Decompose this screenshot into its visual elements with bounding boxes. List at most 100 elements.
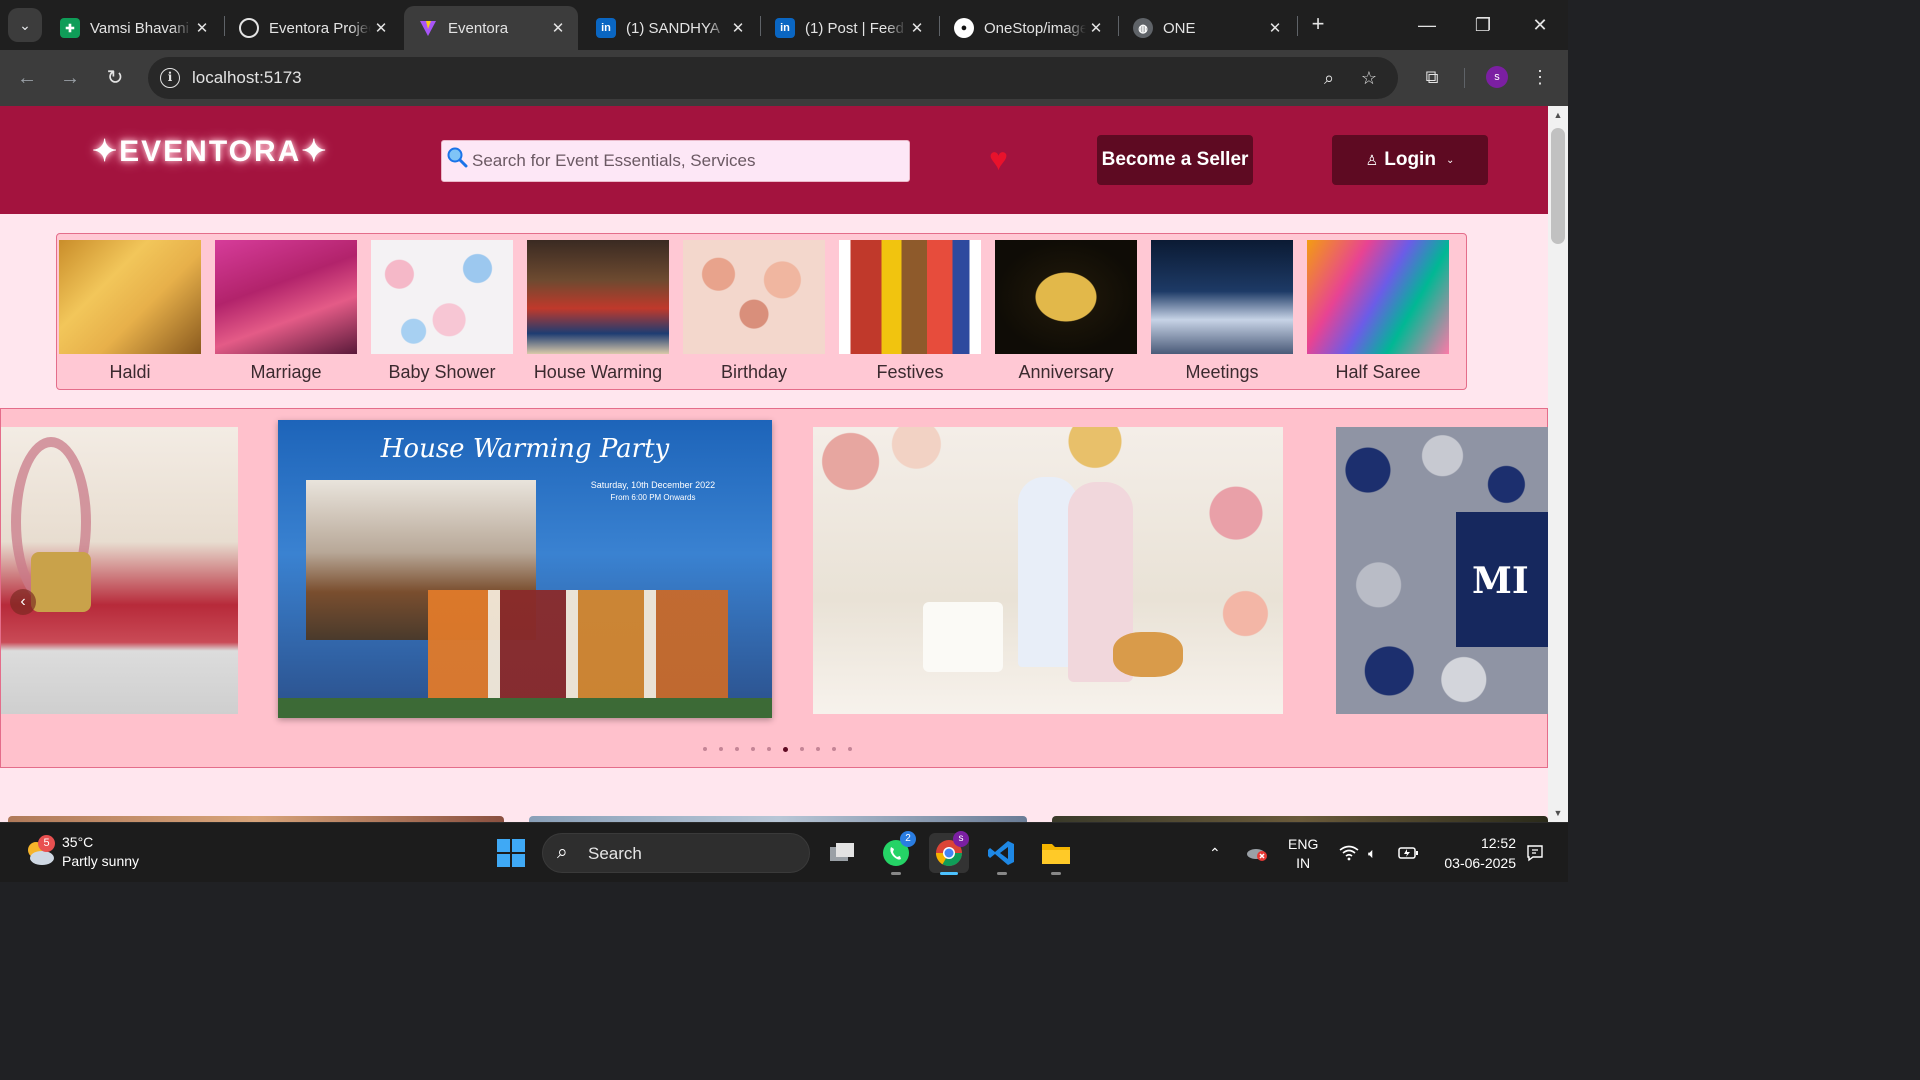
windows-taskbar: 5 35°C Partly sunny ⌕ Search 2 s ⌃ ENG I… xyxy=(0,822,1568,882)
slide-balloon-decoration[interactable]: MI xyxy=(1336,427,1548,714)
carousel-dot[interactable] xyxy=(703,747,707,751)
carousel-prev-arrow-icon[interactable]: ‹ xyxy=(10,589,36,615)
category-half-saree[interactable]: Half Saree xyxy=(1307,240,1449,390)
login-button[interactable]: ♙ Login ⌄ xyxy=(1332,135,1488,185)
birthday-image xyxy=(683,240,825,354)
whatsapp-icon[interactable]: 2 xyxy=(876,831,916,875)
notifications-icon[interactable] xyxy=(1526,823,1544,883)
browser-tab[interactable]: in (1) Post | Feed ✕ xyxy=(761,6,937,50)
category-anniversary[interactable]: Anniversary xyxy=(995,240,1137,390)
close-tab-icon[interactable]: ✕ xyxy=(907,19,927,37)
chatgpt-icon xyxy=(239,18,259,38)
reload-icon[interactable]: ↻ xyxy=(101,64,129,92)
eventora-logo[interactable]: ✦EVENTORA✦ xyxy=(92,134,328,169)
file-explorer-icon[interactable] xyxy=(1036,833,1076,875)
login-label: Login xyxy=(1384,149,1436,170)
category-marriage[interactable]: Marriage xyxy=(215,240,357,390)
close-tab-icon[interactable]: ✕ xyxy=(192,19,212,37)
close-tab-icon[interactable]: ✕ xyxy=(1265,19,1285,37)
slide-house-warming-invitation[interactable]: House Warming Party Saturday, 10th Decem… xyxy=(278,420,772,718)
new-tab-plus-icon[interactable]: + xyxy=(1305,12,1331,38)
carousel-dot[interactable] xyxy=(832,747,836,751)
carousel-dot[interactable] xyxy=(767,747,771,751)
battery-charging-icon[interactable] xyxy=(1398,823,1420,883)
search-input[interactable] xyxy=(472,147,902,175)
category-haldi[interactable]: Haldi xyxy=(59,240,201,390)
forward-arrow-icon[interactable]: → xyxy=(56,64,84,92)
address-bar[interactable]: i localhost:5173 ⌕ ☆ xyxy=(148,57,1398,99)
hero-carousel: ‹ House Warming Party Saturday, 10th Dec… xyxy=(0,408,1548,768)
wishlist-heart-icon[interactable]: ♥ xyxy=(989,142,1008,176)
close-tab-icon[interactable]: ✕ xyxy=(548,19,568,37)
vscode-icon[interactable] xyxy=(982,833,1022,875)
profile-avatar[interactable]: s xyxy=(1486,66,1508,88)
extensions-puzzle-icon[interactable]: ⧉ xyxy=(1419,64,1445,90)
minimize-icon[interactable]: — xyxy=(1412,10,1442,40)
category-label: House Warming xyxy=(533,362,663,382)
cake xyxy=(923,602,1003,672)
carousel-dot[interactable] xyxy=(719,747,723,751)
address-url[interactable]: localhost:5173 xyxy=(192,68,302,88)
chrome-icon[interactable]: s xyxy=(929,831,969,875)
search-icon: ⌕ xyxy=(557,842,568,863)
clock-time: 12:52 xyxy=(1480,835,1516,851)
carousel-dot[interactable] xyxy=(848,747,852,751)
close-tab-icon[interactable]: ✕ xyxy=(728,19,748,37)
wifi-icon[interactable] xyxy=(1339,823,1359,883)
weather-text: 35°C Partly sunny xyxy=(62,833,139,871)
scroll-down-arrow-icon[interactable]: ▼ xyxy=(1553,808,1563,818)
windows-start-icon[interactable] xyxy=(497,839,525,867)
category-birthday[interactable]: Birthday xyxy=(683,240,825,390)
category-label: Festives xyxy=(876,362,944,382)
language-indicator[interactable]: ENG IN xyxy=(1288,835,1318,873)
browser-tab[interactable]: in (1) SANDHYA ✕ xyxy=(582,6,758,50)
invitation-date: Saturday, 10th December 2022 xyxy=(590,480,716,490)
close-window-icon[interactable]: ✕ xyxy=(1525,10,1555,40)
browser-tab[interactable]: ✚ Vamsi Bhavani ✕ xyxy=(46,6,222,50)
browser-tab[interactable]: ◍ ONE ✕ xyxy=(1119,6,1295,50)
onedrive-error-icon[interactable] xyxy=(1245,823,1269,883)
category-meetings[interactable]: Meetings xyxy=(1151,240,1293,390)
system-clock[interactable]: 12:52 03-06-2025 xyxy=(1438,833,1516,873)
tab-title: OneStop/images xyxy=(984,19,1086,37)
become-seller-button[interactable]: Become a Seller xyxy=(1097,135,1253,185)
vite-icon xyxy=(418,18,438,38)
page-scrollbar[interactable]: ▲ ▼ xyxy=(1548,106,1568,822)
haldi-image xyxy=(59,240,201,354)
browser-menu-icon[interactable]: ⋮ xyxy=(1527,64,1553,90)
show-hidden-icons-chevron-icon[interactable]: ⌃ xyxy=(1209,823,1221,883)
carousel-dot[interactable] xyxy=(751,747,755,751)
task-view-icon[interactable] xyxy=(822,833,862,873)
taskbar-search[interactable]: ⌕ Search xyxy=(542,833,810,873)
running-indicator xyxy=(891,872,901,875)
carousel-dot[interactable] xyxy=(735,747,739,751)
tab-search-chevron-icon[interactable]: ⌄ xyxy=(8,8,42,42)
browser-tab-active[interactable]: Eventora ✕ xyxy=(404,6,578,50)
bookmark-star-icon[interactable]: ☆ xyxy=(1358,67,1380,89)
carousel-dot[interactable] xyxy=(816,747,820,751)
close-tab-icon[interactable]: ✕ xyxy=(1086,19,1106,37)
back-arrow-icon[interactable]: ← xyxy=(13,64,41,92)
carousel-dot-active[interactable] xyxy=(783,747,788,752)
browser-tab[interactable]: ● OneStop/images ✕ xyxy=(940,6,1116,50)
weather-widget[interactable]: 5 35°C Partly sunny xyxy=(24,833,139,871)
category-festives[interactable]: Festives xyxy=(839,240,981,390)
tab-title: ONE xyxy=(1163,19,1196,37)
scroll-up-arrow-icon[interactable]: ▲ xyxy=(1553,110,1563,120)
carousel-dot[interactable] xyxy=(800,747,804,751)
scrollbar-thumb[interactable] xyxy=(1551,128,1565,244)
category-house-warming[interactable]: House Warming xyxy=(527,240,669,390)
restore-icon[interactable]: ❐ xyxy=(1468,10,1498,40)
invitation-time: From 6:00 PM Onwards xyxy=(610,493,696,502)
site-info-icon[interactable]: i xyxy=(160,68,180,88)
zoom-magnifier-icon[interactable]: ⌕ xyxy=(1318,67,1340,89)
search-box[interactable] xyxy=(441,140,910,182)
close-tab-icon[interactable]: ✕ xyxy=(371,19,391,37)
slide-baby-shower-couple[interactable] xyxy=(813,427,1283,714)
category-label: Baby Shower xyxy=(388,362,496,382)
carousel-dots xyxy=(703,747,852,752)
browser-tab[interactable]: Eventora Project ✕ xyxy=(225,6,401,50)
volume-icon[interactable]: 🔈︎ xyxy=(1368,823,1376,883)
category-baby-shower[interactable]: Baby Shower xyxy=(371,240,513,390)
slide-stage-decoration[interactable] xyxy=(1,427,238,714)
